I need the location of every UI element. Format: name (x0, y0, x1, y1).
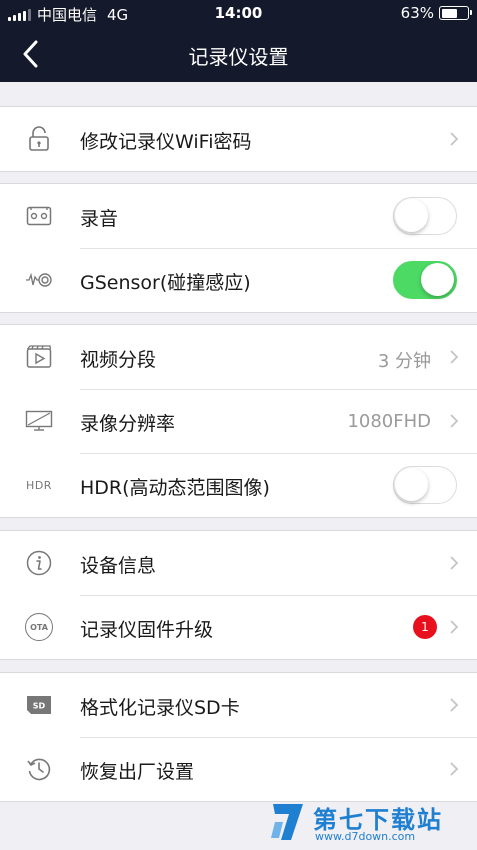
status-right: 63% (400, 4, 472, 22)
setting-value: 1080FHD (347, 411, 431, 432)
setting-label: 格式化记录仪SD卡 (80, 697, 240, 719)
chevron-right-icon (450, 762, 459, 776)
setting-row-device-info[interactable]: 设备信息 (0, 531, 477, 595)
chevron-right-icon (450, 698, 459, 712)
ota-icon: OTA (25, 613, 53, 641)
setting-label: HDR(高动态范围图像) (80, 477, 270, 499)
battery-fill (441, 8, 458, 18)
setting-label: 录音 (80, 208, 119, 230)
setting-row-format-sd[interactable]: SD 格式化记录仪SD卡 (0, 673, 477, 737)
setting-row-gsensor: GSensor(碰撞感应) (0, 248, 477, 312)
watermark-url: www.d7down.com (315, 830, 416, 843)
setting-row-video-segment[interactable]: 视频分段 3 分钟 (0, 325, 477, 389)
watermark: 第七下载站 www.d7down.com (269, 798, 469, 846)
toggle-knob (395, 468, 428, 501)
setting-row-hdr: HDR HDR(高动态范围图像) (0, 453, 477, 517)
sensor-icon (24, 266, 54, 294)
chevron-right-icon (450, 414, 459, 428)
hdr-icon-text: HDR (26, 478, 52, 492)
setting-label: 录像分辨率 (80, 413, 176, 435)
setting-label: 设备信息 (80, 555, 157, 577)
settings-group-storage: SD 格式化记录仪SD卡 恢复出厂设置 (0, 672, 477, 802)
page-title: 记录仪设置 (188, 45, 289, 69)
site-logo-icon (271, 804, 303, 840)
status-bar: 中国电信 4G 14:00 63% (0, 0, 477, 26)
info-icon (24, 549, 54, 577)
setting-row-resolution[interactable]: 录像分辨率 1080FHD (0, 389, 477, 453)
settings-group-device: 设备信息 OTA 记录仪固件升级 1 (0, 530, 477, 660)
ota-icon-text: OTA (30, 622, 48, 632)
video-clip-icon (24, 343, 54, 371)
setting-label: 记录仪固件升级 (80, 619, 214, 641)
setting-row-firmware-upgrade[interactable]: OTA 记录仪固件升级 1 (0, 595, 477, 659)
battery-percent: 63% (400, 4, 434, 22)
cassette-icon (24, 202, 54, 230)
setting-row-audio-recording: 录音 (0, 184, 477, 248)
lock-icon (24, 125, 54, 153)
hdr-toggle[interactable] (393, 466, 457, 504)
setting-row-wifi-password[interactable]: 修改记录仪WiFi密码 (0, 107, 477, 171)
chevron-right-icon (450, 350, 459, 364)
sd-card-icon: SD (24, 691, 54, 719)
audio-recording-toggle[interactable] (393, 197, 457, 235)
chevron-right-icon (450, 620, 459, 634)
setting-label: GSensor(碰撞感应) (80, 272, 251, 294)
sd-icon-text: SD (33, 702, 46, 711)
battery-icon (439, 6, 472, 20)
toggle-knob (421, 263, 454, 296)
setting-label: 恢复出厂设置 (80, 761, 195, 783)
setting-label: 视频分段 (80, 349, 157, 371)
chevron-right-icon (450, 132, 459, 146)
setting-label: 修改记录仪WiFi密码 (80, 131, 252, 153)
settings-group-recording: 录音 GSensor(碰撞感应) (0, 183, 477, 313)
chevron-right-icon (450, 556, 459, 570)
restore-icon (24, 755, 54, 783)
setting-row-factory-reset[interactable]: 恢复出厂设置 (0, 737, 477, 801)
settings-group-wifi: 修改记录仪WiFi密码 (0, 106, 477, 172)
toggle-knob (395, 199, 428, 232)
gsensor-toggle[interactable] (393, 261, 457, 299)
update-badge: 1 (413, 615, 437, 639)
setting-value: 3 分钟 (377, 351, 431, 372)
settings-group-video: 视频分段 3 分钟 录像分辨率 1080FHD HDR HDR(高动态范围图像) (0, 324, 477, 518)
nav-bar: 记录仪设置 (0, 26, 477, 82)
hdr-icon: HDR (24, 471, 54, 499)
resolution-icon (24, 407, 54, 435)
